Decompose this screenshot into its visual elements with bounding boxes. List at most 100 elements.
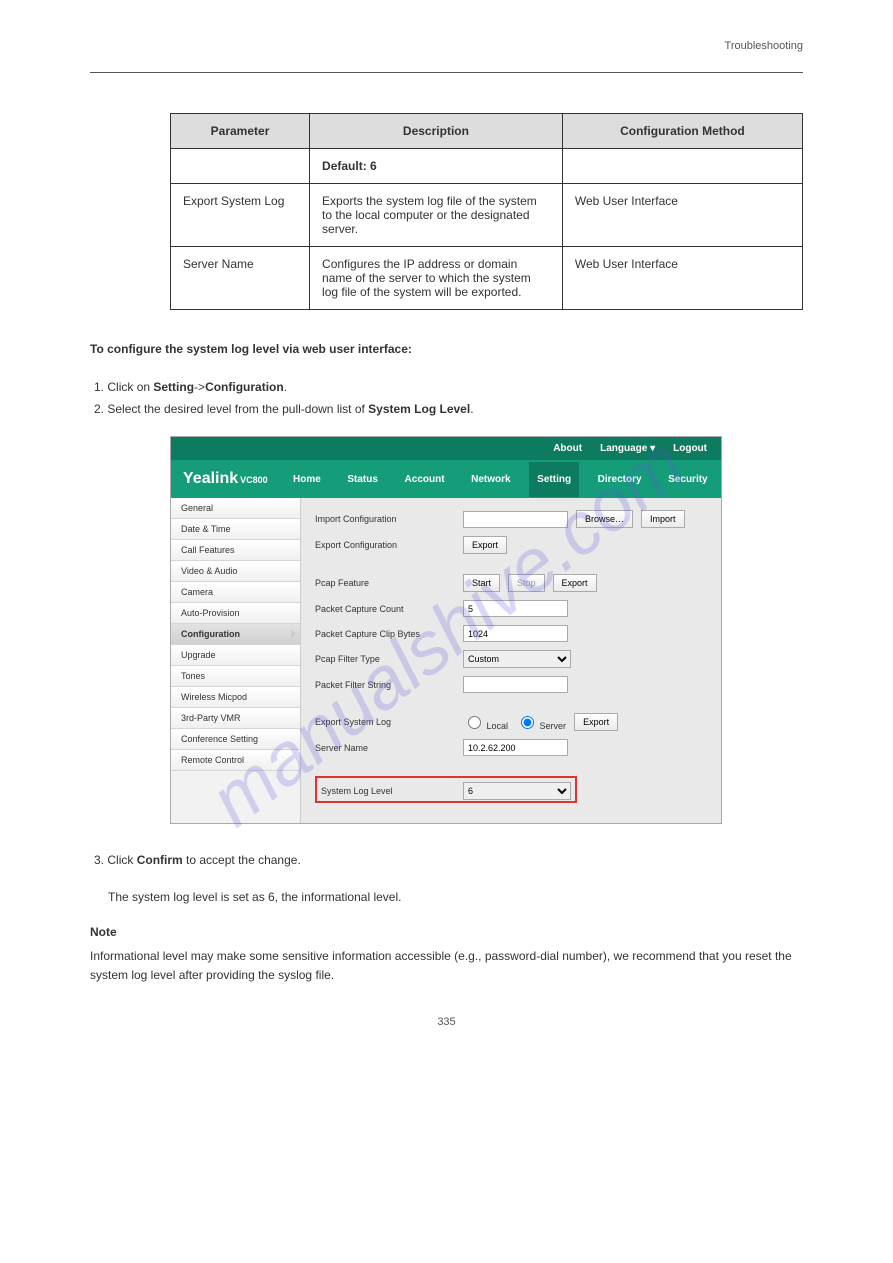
cell: Configures the IP address or domain name… — [310, 247, 563, 310]
syslog-level-select[interactable]: 6 — [463, 782, 571, 800]
sidebar-item-wirelessmicpod[interactable]: Wireless Micpod — [171, 687, 300, 708]
model-label: VC800 — [240, 475, 268, 485]
sidebar-item-upgrade[interactable]: Upgrade — [171, 645, 300, 666]
procedure-steps: 1. Click on Setting->Configuration. 2. S… — [90, 377, 803, 420]
cell: Exports the system log file of the syste… — [310, 184, 563, 247]
pcap-clip-input[interactable] — [463, 625, 568, 642]
pcap-count-input[interactable] — [463, 600, 568, 617]
radio-local[interactable]: Local — [463, 713, 508, 731]
nav-tabs: Home Status Account Network Setting Dire… — [280, 462, 721, 497]
admin-body: General Date & Time Call Features Video … — [171, 498, 721, 823]
label-pcap-clip: Packet Capture Clip Bytes — [315, 629, 455, 639]
settings-main: Import Configuration Browse… Import Expo… — [301, 498, 721, 823]
server-name-input[interactable] — [463, 739, 568, 756]
row-syslog-level-highlight: System Log Level 6 — [315, 776, 707, 803]
page: Troubleshooting Parameter Description Co… — [0, 0, 893, 1068]
row-pcap-filter-type: Pcap Filter Type Custom — [315, 650, 707, 668]
brand-logo: YealinkVC800 — [171, 460, 280, 498]
label-export-config: Export Configuration — [315, 540, 455, 550]
table-row: Server Name Configures the IP address or… — [171, 247, 803, 310]
row-pcap-filter-string: Packet Filter String — [315, 676, 707, 693]
sidebar-item-datetime[interactable]: Date & Time — [171, 519, 300, 540]
pcap-export-button[interactable]: Export — [553, 574, 597, 592]
label-pcap-filter-string: Packet Filter String — [315, 680, 455, 690]
procedure-steps-continued: 3. Click Confirm to accept the change. — [90, 850, 803, 872]
step-2: 2. Select the desired level from the pul… — [90, 399, 803, 421]
parameters-table: Parameter Description Configuration Meth… — [170, 113, 803, 310]
admin-topbar: About Language ▾ Logout — [171, 437, 721, 460]
table-header-row: Parameter Description Configuration Meth… — [171, 114, 803, 149]
syslog-export-button[interactable]: Export — [574, 713, 618, 731]
tab-status[interactable]: Status — [339, 462, 386, 497]
label-pcap-filter-type: Pcap Filter Type — [315, 654, 455, 664]
row-import-config: Import Configuration Browse… Import — [315, 510, 707, 528]
syslog-level-highlight-box: System Log Level 6 — [315, 776, 577, 803]
sidebar-item-autoprovision[interactable]: Auto-Provision — [171, 603, 300, 624]
row-server-name: Server Name — [315, 739, 707, 756]
cell: Web User Interface — [562, 184, 802, 247]
tab-directory[interactable]: Directory — [590, 462, 650, 497]
label-syslog-level: System Log Level — [321, 786, 451, 796]
note-section: Note Informational level may make some s… — [90, 925, 803, 985]
tab-network[interactable]: Network — [463, 462, 518, 497]
header-right: Troubleshooting — [725, 40, 803, 52]
th-description: Description — [310, 114, 563, 149]
sidebar-item-camera[interactable]: Camera — [171, 582, 300, 603]
import-button[interactable]: Import — [641, 510, 685, 528]
label-export-syslog: Export System Log — [315, 717, 455, 727]
import-config-field[interactable] — [463, 511, 568, 528]
sidebar-item-3rdpartyvmr[interactable]: 3rd-Party VMR — [171, 708, 300, 729]
row-pcap-count: Packet Capture Count — [315, 600, 707, 617]
settings-sidebar: General Date & Time Call Features Video … — [171, 498, 301, 823]
sidebar-item-general[interactable]: General — [171, 498, 300, 519]
sidebar-item-configuration[interactable]: Configuration — [171, 624, 300, 645]
page-number: 335 — [90, 1016, 803, 1028]
cell — [171, 149, 310, 184]
pcap-start-button[interactable]: Start — [463, 574, 500, 592]
tab-security[interactable]: Security — [660, 462, 715, 497]
label-import-config: Import Configuration — [315, 514, 455, 524]
row-pcap-clip: Packet Capture Clip Bytes — [315, 625, 707, 642]
row-pcap-feature: Pcap Feature Start Stop Export — [315, 574, 707, 592]
table-row: Default: 6 — [171, 149, 803, 184]
export-config-button[interactable]: Export — [463, 536, 507, 554]
topbar-language-menu[interactable]: Language ▾ — [600, 443, 655, 454]
page-header: Troubleshooting — [90, 40, 803, 52]
sidebar-item-videoaudio[interactable]: Video & Audio — [171, 561, 300, 582]
tab-account[interactable]: Account — [397, 462, 453, 497]
pcap-filter-type-select[interactable]: Custom — [463, 650, 571, 668]
tab-setting[interactable]: Setting — [529, 462, 579, 497]
cell: Export System Log — [171, 184, 310, 247]
sidebar-item-conferencesetting[interactable]: Conference Setting — [171, 729, 300, 750]
pcap-stop-button[interactable]: Stop — [508, 574, 545, 592]
step-result-text: The system log level is set as 6, the in… — [108, 888, 803, 907]
header-rule — [90, 72, 803, 73]
label-pcap-feature: Pcap Feature — [315, 578, 455, 588]
step-1: 1. Click on Setting->Configuration. — [90, 377, 803, 399]
browse-button[interactable]: Browse… — [576, 510, 633, 528]
note-text: Informational level may make some sensit… — [90, 947, 803, 985]
sidebar-item-remotecontrol[interactable]: Remote Control — [171, 750, 300, 771]
sidebar-item-callfeatures[interactable]: Call Features — [171, 540, 300, 561]
label-server-name: Server Name — [315, 743, 455, 753]
topbar-logout-link[interactable]: Logout — [673, 443, 707, 454]
tab-home[interactable]: Home — [285, 462, 329, 497]
cell: Server Name — [171, 247, 310, 310]
procedure-lead: To configure the system log level via we… — [90, 340, 803, 359]
row-export-syslog: Export System Log Local Server Export — [315, 713, 707, 731]
cell — [562, 149, 802, 184]
row-export-config: Export Configuration Export — [315, 536, 707, 554]
radio-server[interactable]: Server — [516, 713, 566, 731]
th-config-method: Configuration Method — [562, 114, 802, 149]
topbar-about-link[interactable]: About — [553, 443, 582, 454]
step-3: 3. Click Confirm to accept the change. — [90, 850, 803, 872]
sidebar-item-tones[interactable]: Tones — [171, 666, 300, 687]
th-parameter: Parameter — [171, 114, 310, 149]
admin-navbar: YealinkVC800 Home Status Account Network… — [171, 460, 721, 498]
label-pcap-count: Packet Capture Count — [315, 604, 455, 614]
pcap-filter-string-input[interactable] — [463, 676, 568, 693]
cell: Default: 6 — [310, 149, 563, 184]
table-row: Export System Log Exports the system log… — [171, 184, 803, 247]
note-label: Note — [90, 925, 803, 939]
cell: Web User Interface — [562, 247, 802, 310]
